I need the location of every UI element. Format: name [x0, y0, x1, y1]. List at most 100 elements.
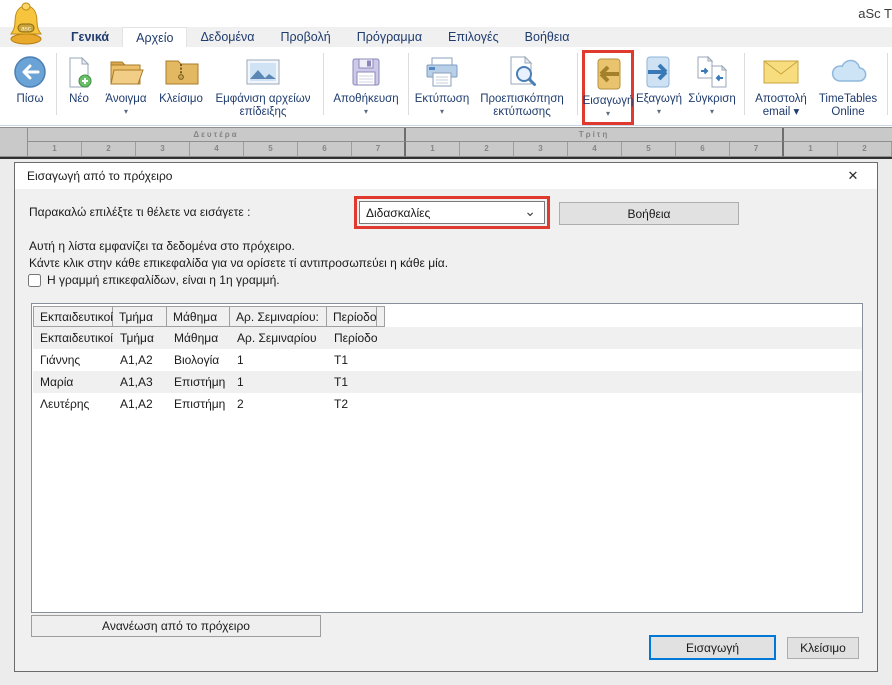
toolbar-separator: [56, 53, 57, 115]
tab-options[interactable]: Επιλογές: [435, 27, 512, 47]
caret-down-icon: ▾: [124, 108, 128, 116]
toolbar-button-back[interactable]: Πίσω: [8, 49, 52, 106]
ribbon-tab-bar: Γενικά Αρχείο Δεδομένα Προβολή Πρόγραμμα…: [0, 27, 892, 47]
dialog-title-bar: Εισαγωγή από το πρόχειρο ✕: [15, 163, 877, 189]
compare-icon: [694, 53, 730, 91]
column-header-stub: [377, 306, 385, 327]
toolbar-separator: [408, 53, 409, 115]
toolbar-separator: [744, 53, 745, 115]
timetable-day-monday: Δευτέρα 1 2 3 4 5 6 7: [28, 128, 406, 157]
column-header-subject[interactable]: Μάθημα: [167, 306, 230, 327]
timetable-day-next: 1 2: [784, 128, 892, 157]
timetable-corner-cell: [0, 128, 28, 157]
toolbar-button-print-preview[interactable]: Προεπισκόπηση εκτύπωσης: [471, 49, 573, 119]
caret-down-icon: ▾: [657, 108, 661, 116]
period-cell: 2: [838, 142, 892, 157]
timetable-day-tuesday: Τρίτη 1 2 3 4 5 6 7: [406, 128, 784, 157]
help-button[interactable]: Βοήθεια: [559, 202, 739, 225]
save-icon: [349, 53, 383, 91]
cloud-icon: [828, 53, 868, 91]
column-header-period[interactable]: Περίοδος: [327, 306, 377, 327]
clipboard-data-list: Εκπαιδευτικοί Τμήμα Μάθημα Αρ. Σεμιναρίο…: [31, 303, 863, 613]
toolbar-separator: [323, 53, 324, 115]
import-icon: [591, 55, 625, 93]
new-document-icon: [62, 53, 96, 91]
toolbar-button-export[interactable]: Εξαγωγή ▾: [634, 49, 684, 116]
dropdown-value: Διδασκαλίες: [366, 206, 430, 220]
header-row-checkbox[interactable]: [28, 274, 41, 287]
toolbar-button-demo-files[interactable]: Εμφάνιση αρχείων επίδειξης: [207, 49, 319, 119]
toolbar-button-open[interactable]: Άνοιγμα ▾: [97, 49, 155, 116]
caret-down-icon: ▾: [606, 110, 610, 118]
period-cell: 6: [298, 142, 352, 157]
caret-down-icon: ▾: [710, 108, 714, 116]
app-title: aSc T: [858, 6, 892, 21]
caret-down-icon: ▾: [440, 108, 444, 116]
tab-file[interactable]: Αρχείο: [122, 27, 187, 47]
select-type-label: Παρακαλώ επιλέξτε τι θέλετε να εισάγετε …: [29, 205, 250, 219]
toolbar-button-send-email[interactable]: Αποστολή email ▾: [749, 49, 813, 119]
column-header-class[interactable]: Τμήμα: [113, 306, 167, 327]
column-header-teachers[interactable]: Εκπαιδευτικοί: [33, 306, 113, 327]
toolbar-button-new[interactable]: Νέο: [61, 49, 97, 106]
toolbar-bottom-divider: [0, 125, 892, 126]
period-cell: 7: [730, 142, 784, 157]
print-preview-icon: [505, 53, 539, 91]
refresh-from-clipboard-button[interactable]: Ανανέωση από το πρόχειρο: [31, 615, 321, 637]
import-button[interactable]: Εισαγωγή: [649, 635, 776, 660]
clipboard-info-line1: Αυτή η λίστα εμφανίζει τα δεδομένα στο π…: [29, 239, 295, 253]
dropdown-highlight-box: Διδασκαλίες ⌄: [354, 196, 550, 229]
toolbar-button-close-file[interactable]: Κλείσιμο: [155, 49, 207, 106]
toolbar-button-print[interactable]: Εκτύπωση ▾: [413, 49, 471, 116]
toolbar-button-compare[interactable]: Σύγκριση ▾: [684, 49, 740, 116]
toolbar-button-timetables-online[interactable]: TimeTables Online: [813, 49, 883, 119]
period-cell: 2: [460, 142, 514, 157]
close-button[interactable]: Κλείσιμο: [787, 637, 859, 659]
period-cell: 1: [406, 142, 460, 157]
timetable-header-strip: Δευτέρα 1 2 3 4 5 6 7 Τρίτη 1 2 3 4 5 6 …: [0, 127, 892, 157]
toolbar: Πίσω Νέο Άνοιγμα: [0, 47, 892, 125]
tab-view[interactable]: Προβολή: [268, 27, 344, 47]
asc-bell-logo-icon[interactable]: asc: [7, 1, 45, 45]
period-cell: 3: [136, 142, 190, 157]
export-icon: [642, 53, 676, 91]
period-cell: 4: [190, 142, 244, 157]
period-cell: 4: [568, 142, 622, 157]
column-header-seminar-number[interactable]: Αρ. Σεμιναρίου:: [230, 306, 327, 327]
back-icon: [13, 53, 47, 91]
table-row[interactable]: Μαρία A1,A3 Επιστήμη 1 T1: [33, 371, 862, 393]
period-cell: 6: [676, 142, 730, 157]
print-icon: [424, 53, 460, 91]
caret-down-icon: ▾: [364, 108, 368, 116]
tab-timetable[interactable]: Πρόγραμμα: [344, 27, 435, 47]
column-header-row: Εκπαιδευτικοί Τμήμα Μάθημα Αρ. Σεμιναρίο…: [33, 306, 862, 327]
chevron-down-icon: ⌄: [524, 203, 536, 220]
tab-general[interactable]: Γενικά: [58, 27, 122, 47]
toolbar-separator: [577, 53, 578, 115]
demo-files-icon: [245, 53, 281, 91]
svg-text:asc: asc: [21, 26, 32, 33]
period-cell: 7: [352, 142, 406, 157]
period-cell: 5: [244, 142, 298, 157]
header-row-checkbox-row: Η γραμμή επικεφαλίδων, είναι η 1η γραμμή…: [28, 273, 280, 287]
period-cell: 3: [514, 142, 568, 157]
table-row[interactable]: Εκπαιδευτικοί Τμήμα Μάθημα Αρ. Σεμιναρίο…: [33, 327, 862, 349]
tab-help[interactable]: Βοήθεια: [512, 27, 583, 47]
import-type-dropdown[interactable]: Διδασκαλίες ⌄: [359, 201, 545, 224]
table-row[interactable]: Λευτέρης A1,A2 Επιστήμη 2 T2: [33, 393, 862, 415]
period-cell: 5: [622, 142, 676, 157]
clipboard-info-line2: Κάντε κλικ στην κάθε επικεφαλίδα για να …: [29, 256, 448, 270]
toolbar-button-import[interactable]: Εισαγωγή ▾: [582, 50, 634, 125]
import-from-clipboard-dialog: Εισαγωγή από το πρόχειρο ✕ Παρακαλώ επιλ…: [14, 162, 878, 672]
toolbar-separator: [887, 53, 888, 115]
toolbar-button-save[interactable]: Αποθήκευση ▾: [328, 49, 404, 116]
header-row-checkbox-label: Η γραμμή επικεφαλίδων, είναι η 1η γραμμή…: [47, 273, 280, 287]
period-cell: 1: [28, 142, 82, 157]
period-cell: 2: [82, 142, 136, 157]
close-icon[interactable]: ✕: [842, 163, 864, 189]
closed-folder-icon: [163, 53, 199, 91]
open-folder-icon: [108, 53, 144, 91]
tab-data[interactable]: Δεδομένα: [187, 27, 267, 47]
app-window: aSc T asc Γενικά Αρχείο Δεδομένα Προβολή…: [0, 0, 892, 685]
table-row[interactable]: Γιάννης A1,A2 Βιολογία 1 T1: [33, 349, 862, 371]
